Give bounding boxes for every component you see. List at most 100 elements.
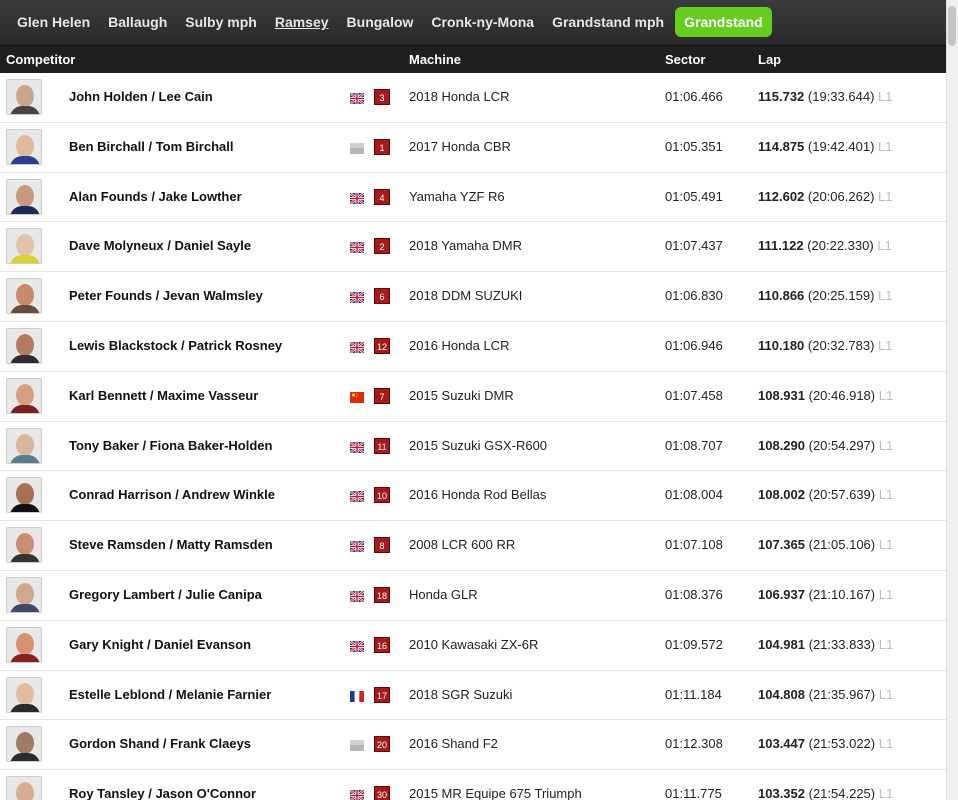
timing-point-tabs-bar: Glen Helen Ballaugh Sulby mph Ramsey Bungalo… (0, 0, 946, 46)
lap-speed: 103.352 (758, 786, 805, 800)
lap-speed: 104.808 (758, 686, 805, 702)
machine-cell: 2018 DDM SUZUKI (409, 288, 523, 304)
lap-speed: 107.365 (758, 537, 805, 553)
column-header-lap[interactable]: Lap (758, 52, 781, 67)
tab-cronk-ny-mona[interactable]: Cronk-ny-Mona (422, 8, 543, 36)
avatar[interactable] (6, 178, 42, 215)
avatar[interactable] (6, 676, 42, 713)
machine-cell: 2016 Honda Rod Bellas (409, 487, 547, 503)
lap-number: L1 (878, 437, 894, 453)
competitor-name[interactable]: Roy Tansley / Jason O'Connor (69, 786, 256, 800)
competitor-name[interactable]: Gordon Shand / Frank Claeys (69, 736, 251, 751)
lap-cell: 108.290 (20:54.297) L1 (758, 438, 893, 453)
competitor-name[interactable]: Steve Ramsden / Matty Ramsden (69, 537, 273, 552)
lap-speed: 108.002 (758, 487, 805, 503)
tab-ballaugh[interactable]: Ballaugh (99, 8, 176, 36)
avatar[interactable] (6, 527, 42, 564)
competitor-name[interactable]: Lewis Blackstock / Patrick Rosney (69, 338, 282, 353)
tab-glen-helen[interactable]: Glen Helen (8, 8, 99, 36)
table-row[interactable]: Karl Bennett / Maxime Vasseur 7 2015 Suzuk… (0, 371, 946, 422)
machine-cell: 2017 Honda CBR (409, 138, 511, 154)
avatar[interactable] (6, 776, 42, 800)
competitor-name[interactable]: Conrad Harrison / Andrew Winkle (69, 487, 275, 502)
avatar[interactable] (6, 477, 42, 514)
avatar[interactable] (6, 576, 42, 613)
avatar[interactable] (6, 228, 42, 265)
avatar[interactable] (6, 377, 42, 414)
competitor-name[interactable]: John Holden / Lee Cain (69, 89, 213, 104)
lap-speed: 114.875 (758, 138, 805, 154)
tab-sulby-mph[interactable]: Sulby mph (176, 8, 266, 36)
table-row[interactable]: Estelle Leblond / Melanie Farnier 17 2018 … (0, 670, 946, 721)
vertical-scrollbar[interactable] (946, 0, 958, 800)
china-flag-icon (350, 390, 364, 403)
lap-number: L1 (878, 337, 893, 353)
app-window: Glen Helen Ballaugh Sulby mph Ramsey Bungalo… (0, 0, 958, 800)
competitor-name[interactable]: Gary Knight / Daniel Evanson (69, 637, 251, 652)
scrollbar-thumb[interactable] (948, 6, 956, 46)
competitor-name[interactable]: Peter Founds / Jevan Walmsley (69, 288, 263, 303)
machine-cell: 2015 MR Equipe 675 Triumph (409, 786, 582, 800)
race-number-badge: 12 (374, 337, 390, 354)
lap-time: (20:25.159) (807, 288, 875, 304)
sector-time-cell: 01:05.351 (665, 138, 723, 154)
table-row[interactable]: John Holden / Lee Cain 3 2018 Honda LCR 01:… (0, 73, 946, 123)
avatar[interactable] (6, 278, 42, 315)
column-header-competitor[interactable]: Competitor (6, 52, 75, 67)
competitor-name[interactable]: Karl Bennett / Maxime Vasseur (69, 388, 258, 403)
column-header-sector[interactable]: Sector (665, 52, 705, 67)
lap-time: (20:46.918) (808, 387, 876, 403)
france-flag-icon (350, 689, 364, 702)
avatar[interactable] (6, 128, 42, 165)
lap-number: L1 (878, 288, 893, 304)
lap-number: L1 (878, 387, 894, 403)
table-row[interactable]: Dave Molyneux / Daniel Sayle 2 2018 Yamaha… (0, 222, 946, 273)
table-row[interactable]: Conrad Harrison / Andrew Winkle 10 2016 Ho… (0, 471, 946, 522)
table-row[interactable]: Gary Knight / Daniel Evanson 16 2010 Kawas… (0, 620, 946, 671)
race-number-badge: 20 (374, 736, 390, 753)
lap-speed: 106.937 (758, 586, 805, 602)
table-row[interactable]: Alan Founds / Jake Lowther 4 Yamaha YZF R6… (0, 172, 946, 223)
tab-grandstand-mph[interactable]: Grandstand mph (543, 8, 673, 36)
competitor-name[interactable]: Dave Molyneux / Daniel Sayle (69, 238, 251, 253)
table-row[interactable]: Ben Birchall / Tom Birchall 1 2017 Honda C… (0, 122, 946, 173)
machine-cell: 2016 Honda LCR (409, 337, 510, 353)
sector-time-cell: 01:11.184 (665, 686, 722, 702)
avatar[interactable] (6, 626, 42, 663)
table-row[interactable]: Peter Founds / Jevan Walmsley 6 2018 DDM S… (0, 272, 946, 322)
uk-flag-icon (349, 240, 365, 255)
sector-time-cell: 01:12.308 (665, 736, 723, 752)
uk-flag-icon (349, 290, 365, 305)
competitor-name[interactable]: Gregory Lambert / Julie Canipa (69, 587, 262, 602)
table-row[interactable]: Tony Baker / Fiona Baker-Holden 11 2015 Su… (0, 421, 946, 472)
lap-cell: 111.122 (20:22.330) L1 (758, 238, 892, 253)
lap-speed: 110.180 (758, 337, 805, 353)
lap-time: (20:54.297) (808, 437, 876, 453)
lap-number: L1 (878, 686, 894, 702)
competitor-name[interactable]: Tony Baker / Fiona Baker-Holden (69, 438, 272, 453)
table-row[interactable]: Steve Ramsden / Matty Ramsden 8 2008 LCR 6… (0, 521, 946, 571)
table-row[interactable]: Gregory Lambert / Julie Canipa 18 Honda GL… (0, 570, 946, 621)
table-row[interactable]: Roy Tansley / Jason O'Connor 30 2015 MR Eq… (0, 770, 946, 800)
table-row[interactable]: Lewis Blackstock / Patrick Rosney 12 2016 … (0, 321, 946, 372)
avatar[interactable] (6, 327, 42, 364)
column-header-machine[interactable]: Machine (409, 52, 461, 67)
avatar[interactable] (6, 726, 42, 763)
table-row[interactable]: Gordon Shand / Frank Claeys 20 2016 Shand … (0, 720, 946, 771)
sector-time-cell: 01:09.572 (665, 636, 723, 652)
avatar[interactable] (6, 427, 42, 464)
sector-time-cell: 01:07.437 (665, 238, 723, 254)
machine-cell: 2015 Suzuki DMR (409, 387, 514, 403)
machine-cell: 2016 Shand F2 (409, 736, 498, 752)
lap-number: L1 (878, 487, 894, 503)
race-number-badge: 2 (374, 238, 390, 255)
competitor-name[interactable]: Ben Birchall / Tom Birchall (69, 139, 233, 154)
tab-ramsey[interactable]: Ramsey (266, 8, 338, 36)
tab-grandstand[interactable]: Grandstand (675, 7, 772, 37)
competitor-name[interactable]: Alan Founds / Jake Lowther (69, 189, 242, 204)
lap-number: L1 (878, 537, 894, 553)
lap-time: (19:33.644) (807, 89, 875, 104)
tab-bungalow[interactable]: Bungalow (338, 8, 423, 36)
avatar[interactable] (6, 79, 42, 115)
competitor-name[interactable]: Estelle Leblond / Melanie Farnier (69, 687, 271, 702)
